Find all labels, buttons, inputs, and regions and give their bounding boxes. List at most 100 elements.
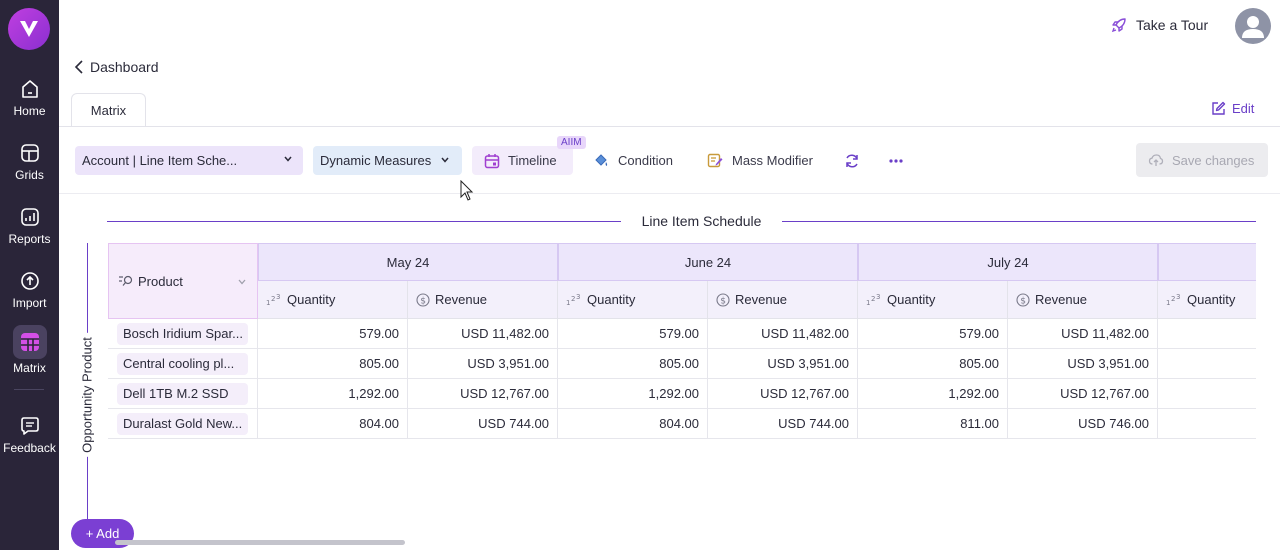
save-changes-button[interactable]: Save changes (1136, 143, 1268, 177)
mass-edit-icon (707, 153, 723, 168)
svg-text:1: 1 (266, 299, 270, 306)
edit-button[interactable]: Edit (1211, 101, 1254, 116)
measure-header-label: Quantity (587, 292, 636, 307)
edit-label: Edit (1232, 101, 1255, 116)
value-cell[interactable]: 811.00 (858, 409, 1008, 439)
value-cell[interactable]: 805.00 (558, 349, 708, 379)
value-cell[interactable]: 579.00 (858, 319, 1008, 349)
product-chip[interactable]: Duralast Gold New... (117, 413, 248, 435)
value-cell[interactable] (1158, 379, 1256, 409)
nav-matrix[interactable]: Matrix (0, 325, 59, 381)
nav-reports[interactable]: Reports (0, 204, 59, 260)
value-cell[interactable]: USD 744.00 (708, 409, 858, 439)
aiim-badge: AIIM (557, 136, 586, 149)
value-cell[interactable]: USD 11,482.00 (708, 319, 858, 349)
nav-home[interactable]: Home (0, 76, 59, 132)
value-cell[interactable]: 579.00 (558, 319, 708, 349)
value-cell[interactable]: USD 12,767.00 (408, 379, 558, 409)
back-to-dashboard-link[interactable]: Dashboard (74, 59, 159, 75)
dynamic-measures-value: Dynamic Measures (320, 153, 432, 168)
product-chip[interactable]: Bosch Iridium Spar... (117, 323, 248, 345)
more-horizontal-icon (889, 158, 903, 163)
nav-feedback[interactable]: Feedback (0, 413, 59, 469)
more-options-button[interactable] (888, 146, 904, 175)
back-label: Dashboard (90, 59, 159, 75)
value-cell[interactable]: USD 3,951.00 (1008, 349, 1158, 379)
value-cell[interactable] (1158, 409, 1256, 439)
measure-header-label: Quantity (887, 292, 936, 307)
svg-text:$: $ (1020, 296, 1026, 306)
nav-grids[interactable]: Grids (0, 140, 59, 196)
dimension-select[interactable]: Account | Line Item Sche... (75, 146, 303, 175)
product-chip[interactable]: Central cooling pl... (117, 353, 248, 375)
app-logo[interactable] (8, 8, 50, 50)
number-icon: 123 (566, 294, 580, 306)
take-tour-button[interactable]: Take a Tour (1111, 16, 1208, 33)
value-cell[interactable]: USD 744.00 (408, 409, 558, 439)
chart-icon (20, 208, 39, 226)
tab-matrix[interactable]: Matrix (71, 93, 146, 127)
measure-header-label: Revenue (435, 292, 488, 307)
user-avatar[interactable] (1235, 8, 1271, 44)
value-cell[interactable]: 1,292.00 (258, 379, 408, 409)
value-cell[interactable]: 804.00 (558, 409, 708, 439)
product-column-header[interactable]: Product (108, 243, 258, 319)
chevron-left-icon (74, 60, 83, 74)
value-cell[interactable]: USD 3,951.00 (408, 349, 558, 379)
nav-import[interactable]: Import (0, 268, 59, 324)
nav-import-label: Import (12, 296, 47, 310)
product-cell: Central cooling pl... (108, 349, 258, 379)
currency-icon: $ (1016, 292, 1030, 307)
value-cell[interactable]: USD 12,767.00 (708, 379, 858, 409)
dynamic-measures-select[interactable]: Dynamic Measures (313, 146, 462, 175)
condition-label: Condition (618, 153, 673, 168)
currency-icon: $ (716, 292, 730, 307)
product-cell: Dell 1TB M.2 SSD (108, 379, 258, 409)
feedback-icon (20, 417, 39, 435)
svg-text:1: 1 (1166, 299, 1170, 306)
value-cell[interactable]: 579.00 (258, 319, 408, 349)
svg-text:$: $ (420, 296, 426, 306)
value-cell[interactable]: 805.00 (258, 349, 408, 379)
row-dimension-label: Opportunity Product (79, 333, 95, 457)
timeline-button[interactable]: Timeline (472, 146, 573, 175)
chevron-down-icon (238, 279, 246, 285)
grid-icon (20, 144, 39, 162)
cloud-upload-icon (1148, 154, 1164, 166)
horizontal-scrollbar[interactable] (115, 540, 405, 545)
product-chip[interactable]: Dell 1TB M.2 SSD (117, 383, 248, 405)
nav-matrix-active-bg (12, 325, 47, 359)
value-cell[interactable]: USD 11,482.00 (408, 319, 558, 349)
refresh-icon (846, 153, 858, 168)
value-cell[interactable]: USD 3,951.00 (708, 349, 858, 379)
sidebar: Home Grids Reports Import Matrix Feedbac… (0, 0, 59, 550)
mass-modifier-button[interactable]: Mass Modifier (707, 146, 813, 175)
schedule-rule-left (107, 221, 621, 222)
value-cell[interactable]: 1,292.00 (858, 379, 1008, 409)
measure-header-quantity: 1 2 3 Quantity (858, 281, 1008, 319)
value-cell[interactable]: 805.00 (858, 349, 1008, 379)
upload-icon (20, 272, 39, 290)
user-icon (1242, 16, 1264, 38)
value-cell[interactable]: 804.00 (258, 409, 408, 439)
value-cell[interactable]: USD 746.00 (1008, 409, 1158, 439)
svg-text:3: 3 (576, 294, 580, 301)
measure-header-quantity: 1 2 3 Quantity (1158, 281, 1256, 319)
value-cell[interactable] (1158, 319, 1256, 349)
product-header-label: Product (138, 273, 183, 289)
table-row: Dell 1TB M.2 SSD 1,292.00 USD 12,767.00 1,2… (108, 379, 1256, 409)
svg-text:2: 2 (1171, 295, 1175, 303)
chevron-down-icon (441, 157, 449, 163)
value-cell[interactable] (1158, 349, 1256, 379)
search-list-icon (119, 275, 133, 286)
product-cell: Bosch Iridium Spar... (108, 319, 258, 349)
measure-header-quantity: 1 2 3 Quantity (558, 281, 708, 319)
refresh-button[interactable] (844, 146, 860, 175)
value-cell[interactable]: USD 12,767.00 (1008, 379, 1158, 409)
measure-header-label: Revenue (735, 292, 788, 307)
mass-modifier-label: Mass Modifier (732, 153, 813, 168)
value-cell[interactable]: USD 11,482.00 (1008, 319, 1158, 349)
value-cell[interactable]: 1,292.00 (558, 379, 708, 409)
measure-header-revenue: $ Revenue (708, 281, 858, 319)
condition-button[interactable]: Condition (593, 146, 673, 175)
